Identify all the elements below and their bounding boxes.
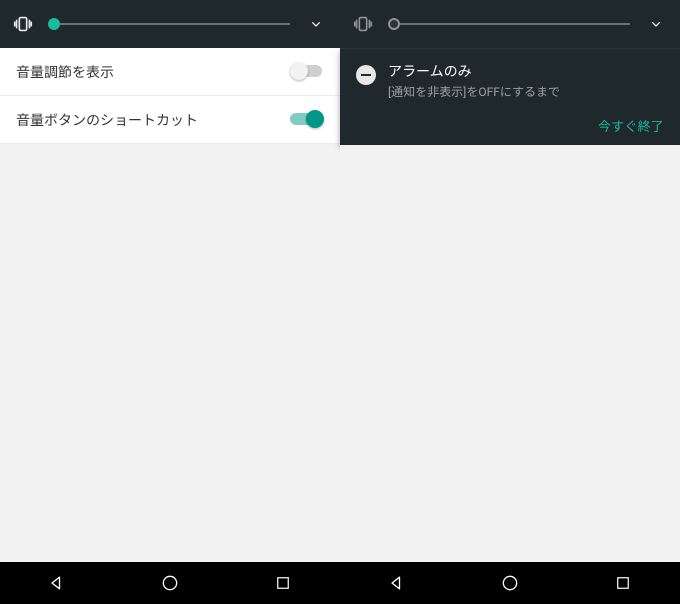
volume-bar xyxy=(0,0,340,48)
vibrate-icon[interactable] xyxy=(12,13,34,35)
volume-slider[interactable] xyxy=(48,12,290,36)
toggle-show-volume-adjust[interactable] xyxy=(290,62,324,82)
home-icon[interactable] xyxy=(159,572,181,594)
notification-title: アラームのみ xyxy=(388,63,560,81)
volume-bar xyxy=(340,0,680,48)
settings-list: 音量調節を表示 音量ボタンのショートカット xyxy=(0,48,340,144)
home-icon[interactable] xyxy=(499,572,521,594)
right-screen: アラームのみ [通知を非表示]をOFFにするまで 今すぐ終了 xyxy=(340,0,680,604)
end-now-button[interactable]: 今すぐ終了 xyxy=(356,116,664,135)
empty-content-area xyxy=(0,144,340,604)
dnd-notification: アラームのみ [通知を非表示]をOFFにするまで 今すぐ終了 xyxy=(340,48,680,145)
left-screen: 音量調節を表示 音量ボタンのショートカット xyxy=(0,0,340,604)
navigation-bar xyxy=(0,562,340,604)
setting-label: 音量調節を表示 xyxy=(16,62,114,82)
back-icon[interactable] xyxy=(46,572,68,594)
setting-show-volume-adjust[interactable]: 音量調節を表示 xyxy=(0,48,340,96)
navigation-bar xyxy=(340,562,680,604)
notification-subtitle: [通知を非表示]をOFFにするまで xyxy=(388,83,560,100)
do-not-disturb-icon xyxy=(356,65,376,85)
recent-apps-icon[interactable] xyxy=(612,572,634,594)
vibrate-icon[interactable] xyxy=(352,13,374,35)
recent-apps-icon[interactable] xyxy=(272,572,294,594)
back-icon[interactable] xyxy=(386,572,408,594)
empty-content-area xyxy=(340,145,680,604)
toggle-volume-button-shortcut[interactable] xyxy=(290,110,324,130)
expand-icon[interactable] xyxy=(304,12,328,36)
setting-label: 音量ボタンのショートカット xyxy=(16,110,198,130)
volume-slider[interactable] xyxy=(388,12,630,36)
setting-volume-button-shortcut[interactable]: 音量ボタンのショートカット xyxy=(0,96,340,144)
expand-icon[interactable] xyxy=(644,12,668,36)
